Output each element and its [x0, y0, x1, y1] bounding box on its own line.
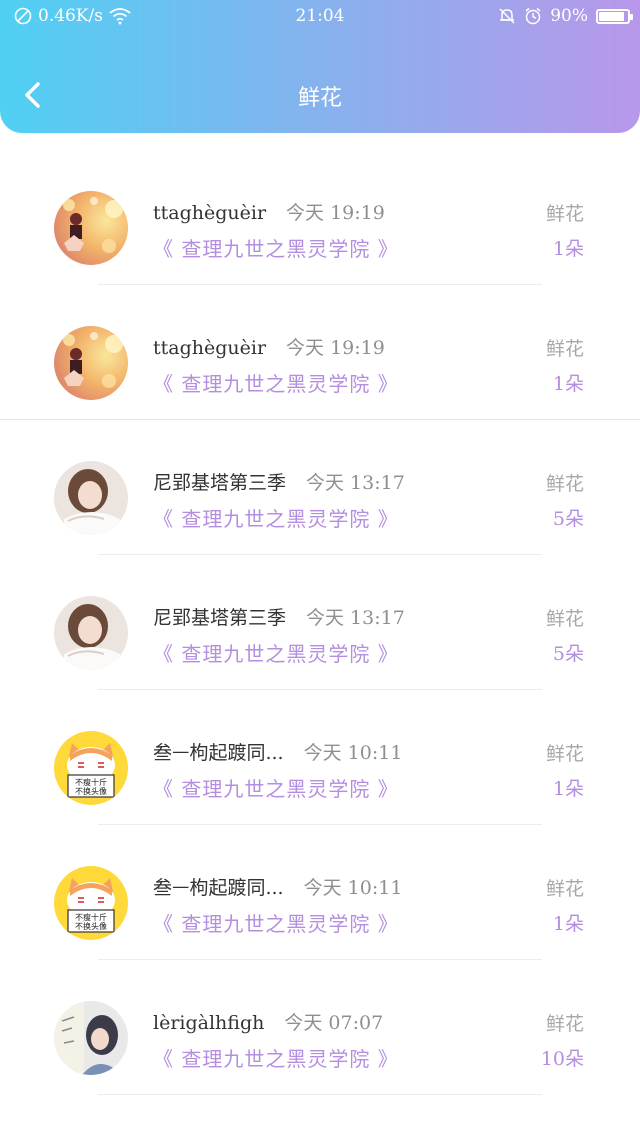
gift-type: 鲜花 [545, 338, 584, 360]
work-title-link[interactable]: 《 查理九世之黑灵学院 》 [153, 1043, 399, 1072]
status-bar: 0.46K/s 21:04 90% [0, 0, 640, 34]
svg-text:不换头像: 不换头像 [75, 786, 107, 796]
list-item[interactable]: ttaghèguèir 今天 19:19 《 查理九世之黑灵学院 》 鲜花 1朵 [0, 150, 640, 285]
header-bar: 0.46K/s 21:04 90% 鲜花 [0, 0, 640, 133]
gift-count: 5朵 [552, 643, 584, 665]
gift-record-list: ttaghèguèir 今天 19:19 《 查理九世之黑灵学院 》鲜花 1朵 ttag… [0, 150, 640, 1095]
user-name[interactable]: 叁ᅳ枸起踱同... [153, 877, 284, 899]
svg-text:不瘦十斤: 不瘦十斤 [75, 912, 107, 922]
work-title-link[interactable]: 《 查理九世之黑灵学院 》 [153, 638, 399, 667]
girl-photo-avatar-icon[interactable] [54, 461, 128, 535]
divider [98, 1094, 542, 1095]
gift-time: 今天 19:19 [286, 337, 385, 359]
gift-type: 鲜花 [545, 203, 584, 225]
svg-text:不换头像: 不换头像 [75, 921, 107, 931]
battery-icon [596, 8, 633, 24]
work-title-link[interactable]: 《 查理九世之黑灵学院 》 [153, 773, 399, 802]
list-item[interactable]: 尼郢基塔第三季 今天 13:17 《 查理九世之黑灵学院 》 鲜花 5朵 [0, 555, 640, 690]
anime-girl-bokeh-avatar-icon[interactable] [54, 326, 128, 400]
alarm-icon [525, 7, 541, 25]
cartoon-cat-sign-avatar-icon[interactable]: 不瘦十斤 不换头像 [54, 866, 128, 940]
user-name[interactable]: ttaghèguèir [153, 337, 266, 359]
gift-count: 1朵 [552, 778, 584, 800]
gift-count: 1朵 [552, 238, 584, 260]
svg-text:不瘦十斤: 不瘦十斤 [75, 777, 107, 787]
gift-time: 今天 10:11 [303, 742, 403, 764]
list-item[interactable]: 不瘦十斤 不换头像 叁ᅳ枸起踱同... 今天 10:11 《 查理九世之黑灵学院 》 鲜花… [0, 825, 640, 960]
list-item[interactable]: lèrigàlhfigh 今天 07:07 《 查理九世之黑灵学院 》 鲜花 10朵 [0, 960, 640, 1095]
user-name[interactable]: 尼郢基塔第三季 [153, 607, 286, 629]
anime-girl-bokeh-avatar-icon[interactable] [54, 191, 128, 265]
work-title-link[interactable]: 《 查理九世之黑灵学院 》 [153, 368, 399, 397]
user-name[interactable]: 叁ᅳ枸起踱同... [153, 742, 284, 764]
girl-photo-avatar-icon[interactable] [54, 596, 128, 670]
list-item[interactable]: 不瘦十斤 不换头像 叁ᅳ枸起踱同... 今天 10:11 《 查理九世之黑灵学院 》 鲜花… [0, 690, 640, 825]
page-title: 鲜花 [297, 86, 342, 111]
work-title-link[interactable]: 《 查理九世之黑灵学院 》 [153, 503, 399, 532]
battery-percent: 90% [550, 6, 588, 26]
gift-type: 鲜花 [545, 608, 584, 630]
list-item[interactable]: 尼郢基塔第三季 今天 13:17 《 查理九世之黑灵学院 》 鲜花 5朵 [0, 420, 640, 555]
gift-time: 今天 07:07 [284, 1012, 384, 1034]
gift-type: 鲜花 [545, 473, 584, 495]
cartoon-cat-sign-avatar-icon[interactable]: 不瘦十斤 不换头像 [54, 731, 128, 805]
mute-bell-icon [499, 8, 515, 24]
gift-type: 鲜花 [545, 743, 584, 765]
gift-type: 鲜花 [545, 1013, 584, 1035]
girl-illustration-avatar-icon[interactable] [54, 1001, 128, 1075]
user-name[interactable]: ttaghèguèir [153, 202, 266, 224]
gift-count: 5朵 [552, 508, 584, 530]
gift-time: 今天 19:19 [286, 202, 385, 224]
work-title-link[interactable]: 《 查理九世之黑灵学院 》 [153, 908, 399, 937]
user-name[interactable]: 尼郢基塔第三季 [153, 472, 286, 494]
list-item[interactable]: ttaghèguèir 今天 19:19 《 查理九世之黑灵学院 》 鲜花 1朵 [0, 285, 640, 420]
gift-time: 今天 13:17 [306, 472, 405, 494]
user-name[interactable]: lèrigàlhfigh [153, 1012, 264, 1034]
work-title-link[interactable]: 《 查理九世之黑灵学院 》 [153, 233, 399, 262]
gift-count: 10朵 [540, 1048, 584, 1070]
gift-time: 今天 10:11 [303, 877, 403, 899]
gift-count: 1朵 [552, 913, 584, 935]
gift-time: 今天 13:17 [306, 607, 405, 629]
gift-count: 1朵 [552, 373, 584, 395]
gift-type: 鲜花 [545, 878, 584, 900]
